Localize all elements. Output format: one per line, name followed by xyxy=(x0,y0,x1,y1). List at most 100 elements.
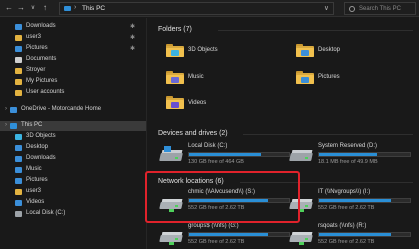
up-arrow-icon[interactable]: ↑ xyxy=(40,3,50,13)
drive-free-space: 18.1 MB free of 49.9 MB xyxy=(318,159,378,165)
drive-name[interactable]: Local Disk (C:) xyxy=(188,143,227,149)
sidebar-item[interactable]: Pictures xyxy=(0,176,146,186)
sidebar-item-label: Pictures xyxy=(26,177,48,183)
sidebar-item[interactable]: Music xyxy=(0,165,146,175)
recent-locations-chevron-icon[interactable]: ∨ xyxy=(28,3,38,13)
sidebar-item-label: 3D Objects xyxy=(26,133,56,139)
network-drive-icon[interactable] xyxy=(289,231,313,245)
network-drive-name[interactable]: groups$ (\\nfs) (G:) xyxy=(188,223,239,229)
forward-arrow-icon[interactable]: → xyxy=(16,3,26,13)
folder-desktop-icon[interactable] xyxy=(296,44,314,57)
sidebar-item[interactable]: user3 xyxy=(0,187,146,197)
sidebar-item[interactable]: Local Disk (C:) xyxy=(0,209,146,219)
documents-icon xyxy=(15,57,22,63)
download-icon xyxy=(15,24,22,30)
navigation-pane: Downloads ✱ user3 ✱ Pictures ✱ Documents Stroye… xyxy=(0,18,147,249)
sidebar-item[interactable]: Stroyer xyxy=(0,66,146,76)
sidebar-item[interactable]: user3 ✱ xyxy=(0,33,146,43)
sidebar-item-label: user3 xyxy=(26,34,42,40)
address-bar[interactable]: › This PC ∨ xyxy=(59,2,334,15)
network-usage-bar xyxy=(188,232,290,237)
sidebar-item-label: Pictures xyxy=(26,45,48,51)
network-usage-fill xyxy=(319,199,391,202)
sidebar-item[interactable]: 3D Objects xyxy=(0,132,146,142)
folder-icon xyxy=(15,68,22,74)
sidebar-item-label: This PC xyxy=(21,122,43,128)
pin-icon[interactable]: ✱ xyxy=(130,23,135,30)
this-pc-icon xyxy=(64,6,71,11)
folder-name[interactable]: Pictures xyxy=(318,74,340,80)
sidebar-item[interactable]: Documents xyxy=(0,55,146,65)
folder-videos-icon[interactable] xyxy=(166,96,184,109)
network-drive-icon[interactable] xyxy=(159,231,183,245)
folder-3d-objects-icon[interactable] xyxy=(166,44,184,57)
folder-name[interactable]: 3D Objects xyxy=(188,47,218,53)
this-pc-icon xyxy=(10,123,17,129)
local-disk-drive-icon[interactable] xyxy=(159,146,183,161)
folder-pictures-icon[interactable] xyxy=(296,71,314,84)
network-drive-name[interactable]: rsqoats (\\nfs) (R:) xyxy=(318,223,366,229)
section-divider xyxy=(218,30,413,31)
sidebar-item[interactable]: Downloads ✱ xyxy=(0,22,146,32)
section-header-drives[interactable]: Devices and drives (2) xyxy=(158,130,228,137)
expand-chevron-icon[interactable]: › xyxy=(5,122,7,128)
network-usage-bar xyxy=(318,232,411,237)
address-dropdown-icon[interactable]: ∨ xyxy=(324,4,329,12)
folder-icon xyxy=(15,90,22,96)
toolbar: ← → ∨ ↑ › This PC ∨ Search This PC xyxy=(0,0,419,17)
breadcrumb-this-pc[interactable]: This PC xyxy=(82,5,105,12)
section-divider xyxy=(243,134,413,135)
3d-objects-icon xyxy=(15,134,22,140)
sidebar-item-label: Videos xyxy=(26,199,45,205)
pictures-icon xyxy=(15,178,22,184)
drive-usage-bar xyxy=(188,152,290,157)
desktop-icon xyxy=(15,145,22,151)
system-reserved-drive-icon[interactable] xyxy=(289,149,313,161)
drive-free-space: 130 GB free of 464 GB xyxy=(188,159,244,165)
search-placeholder: Search This PC xyxy=(359,6,401,12)
folder-music-icon[interactable] xyxy=(166,71,184,84)
3d-objects-badge-icon xyxy=(171,50,179,56)
folder-name[interactable]: Videos xyxy=(188,100,206,106)
network-usage-bar xyxy=(318,198,411,203)
sidebar-item-label: Downloads xyxy=(26,23,56,29)
sidebar-item[interactable]: Pictures ✱ xyxy=(0,44,146,54)
music-badge-icon xyxy=(171,77,179,83)
sidebar-item-label: Stroyer xyxy=(26,67,46,73)
drive-usage-bar xyxy=(318,152,411,157)
pictures-icon xyxy=(15,46,22,52)
drive-usage-fill xyxy=(319,153,378,156)
section-header-folders[interactable]: Folders (7) xyxy=(158,26,192,33)
search-input[interactable]: Search This PC xyxy=(344,2,416,15)
folder-name[interactable]: Desktop xyxy=(318,47,340,53)
breadcrumb-separator-icon: › xyxy=(74,4,77,11)
sidebar-item[interactable]: Desktop xyxy=(0,143,146,153)
network-usage-fill xyxy=(319,233,391,236)
folder-name[interactable]: Music xyxy=(188,74,204,80)
sidebar-item[interactable]: Downloads xyxy=(0,154,146,164)
videos-badge-icon xyxy=(171,102,179,108)
folder-icon xyxy=(15,35,22,41)
sidebar-item[interactable]: Videos xyxy=(0,198,146,208)
pictures-badge-icon xyxy=(301,77,309,83)
network-drive-name[interactable]: IT (\\Nvgroups\\) (I:) xyxy=(318,189,370,195)
pin-icon[interactable]: ✱ xyxy=(130,34,135,41)
sidebar-item[interactable]: My Pictures xyxy=(0,77,146,87)
sidebar-item[interactable]: User accounts xyxy=(0,88,146,98)
sidebar-item-label: Downloads xyxy=(26,155,56,161)
sidebar-item-label: Documents xyxy=(26,56,57,62)
sidebar-item[interactable]: › This PC xyxy=(0,121,146,131)
drive-name[interactable]: System Reserved (D:) xyxy=(318,143,377,149)
sidebar-item-label: user3 xyxy=(26,188,42,194)
sidebar-item[interactable]: › OneDrive - Motorcande Home xyxy=(0,105,146,115)
search-icon xyxy=(349,6,355,12)
drive-usage-fill xyxy=(189,153,261,156)
sidebar-item-label: Music xyxy=(26,166,42,172)
sidebar-item-label: User accounts xyxy=(26,89,65,95)
sidebar-item-label: Local Disk (C:) xyxy=(26,210,66,216)
sidebar-item-label: Desktop xyxy=(26,144,49,150)
pin-icon[interactable]: ✱ xyxy=(130,45,135,52)
network-free-space: 552 GB free of 2.62 TB xyxy=(318,239,375,245)
expand-chevron-icon[interactable]: › xyxy=(5,106,7,112)
back-arrow-icon[interactable]: ← xyxy=(4,3,14,13)
